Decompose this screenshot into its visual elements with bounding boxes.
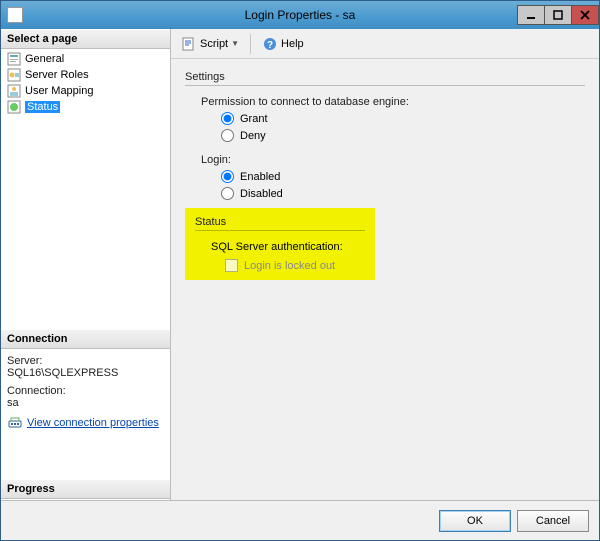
settings-group-title: Settings <box>185 71 585 83</box>
dialog-window: Login Properties - sa Select a page <box>0 0 600 541</box>
connection-icon <box>7 415 23 431</box>
view-connection-properties-label: View connection properties <box>27 417 159 429</box>
disabled-radio[interactable] <box>221 187 234 200</box>
status-group-title: Status <box>195 216 365 228</box>
page-item-status[interactable]: Status <box>1 99 170 115</box>
page-icon <box>7 84 21 98</box>
select-page-header: Select a page <box>1 29 170 49</box>
login-disabled-row[interactable]: Disabled <box>221 187 585 200</box>
help-label: Help <box>281 38 304 50</box>
enabled-label: Enabled <box>240 171 280 183</box>
content-area: Settings Permission to connect to databa… <box>171 59 599 500</box>
locked-out-label: Login is locked out <box>244 260 335 272</box>
page-label: Status <box>25 101 60 113</box>
help-icon: ? <box>262 36 278 52</box>
page-label: User Mapping <box>25 85 93 97</box>
page-item-general[interactable]: General <box>1 51 170 67</box>
server-label: Server: <box>7 355 164 367</box>
page-item-user-mapping[interactable]: User Mapping <box>1 83 170 99</box>
maximize-button[interactable] <box>544 5 572 25</box>
enabled-radio[interactable] <box>221 170 234 183</box>
connection-section: Server: SQL16\SQLEXPRESS Connection: sa … <box>1 349 170 479</box>
titlebar: Login Properties - sa <box>1 1 599 29</box>
page-label: General <box>25 53 64 65</box>
group-divider <box>195 230 365 231</box>
locked-out-checkbox <box>225 259 238 272</box>
status-highlight-box: Status SQL Server authentication: Login … <box>185 208 375 280</box>
sqlauth-label: SQL Server authentication: <box>211 241 365 253</box>
connection-label: Connection: <box>7 385 164 397</box>
ok-button[interactable]: OK <box>439 510 511 532</box>
toolbar: Script ▼ ? Help <box>171 29 599 59</box>
page-list: General Server Roles User Mapping <box>1 49 170 329</box>
view-connection-properties-link[interactable]: View connection properties <box>7 415 164 431</box>
page-icon <box>7 52 21 66</box>
server-value: SQL16\SQLEXPRESS <box>7 367 164 379</box>
main-pane: Script ▼ ? Help Settings Permission to c… <box>171 29 599 500</box>
bottom-button-bar: OK Cancel <box>1 500 599 540</box>
page-item-server-roles[interactable]: Server Roles <box>1 67 170 83</box>
script-button[interactable]: Script ▼ <box>177 34 243 54</box>
login-enabled-row[interactable]: Enabled <box>221 170 585 183</box>
svg-text:?: ? <box>267 40 273 51</box>
disabled-label: Disabled <box>240 188 283 200</box>
window-buttons <box>518 5 599 25</box>
window-title: Login Properties - sa <box>1 8 599 22</box>
close-button[interactable] <box>571 5 599 25</box>
login-label: Login: <box>201 154 585 166</box>
page-label: Server Roles <box>25 69 89 81</box>
sidebar: Select a page General Server Roles <box>1 29 171 500</box>
toolbar-separator <box>250 34 251 54</box>
dropdown-caret-icon: ▼ <box>231 39 239 48</box>
connection-value: sa <box>7 397 164 409</box>
permission-deny-row[interactable]: Deny <box>221 129 585 142</box>
help-button[interactable]: ? Help <box>258 34 308 54</box>
script-label: Script <box>200 38 228 50</box>
page-icon <box>7 68 21 82</box>
group-divider <box>185 85 585 86</box>
connection-header: Connection <box>1 329 170 349</box>
page-icon <box>7 100 21 114</box>
permission-label: Permission to connect to database engine… <box>201 96 585 108</box>
locked-out-row: Login is locked out <box>225 259 365 272</box>
cancel-button[interactable]: Cancel <box>517 510 589 532</box>
script-icon <box>181 36 197 52</box>
progress-header: Progress <box>1 479 170 499</box>
minimize-button[interactable] <box>517 5 545 25</box>
deny-radio[interactable] <box>221 129 234 142</box>
dialog-body: Select a page General Server Roles <box>1 29 599 500</box>
permission-grant-row[interactable]: Grant <box>221 112 585 125</box>
grant-radio[interactable] <box>221 112 234 125</box>
grant-label: Grant <box>240 113 268 125</box>
deny-label: Deny <box>240 130 266 142</box>
